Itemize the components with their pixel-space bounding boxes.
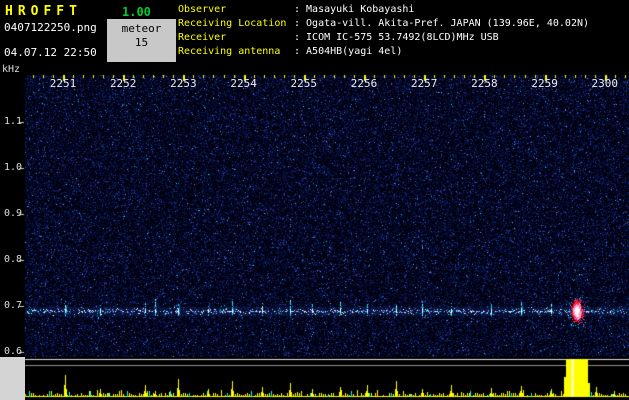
info-label: Receiver (178, 32, 227, 43)
time-label: 2300 (591, 77, 619, 90)
meteor-count-panel: meteor 15 (107, 19, 176, 62)
info-value: : Masayuki Kobayashi (294, 4, 415, 15)
meteor-count-value: 15 (134, 36, 149, 49)
info-value: : A504HB(yagi 4el) (294, 46, 403, 57)
freq-label: 0.7 (4, 300, 23, 311)
time-label: 2256 (350, 77, 378, 90)
app-title: HROFFT (5, 4, 82, 19)
time-label: 2255 (290, 77, 318, 90)
info-label: Receiving Location (178, 18, 287, 29)
time-label: 2251 (49, 77, 77, 90)
freq-axis-unit: kHz (2, 64, 21, 75)
info-value: : Ogata-vill. Akita-Pref. JAPAN (139.96E… (294, 18, 590, 29)
freq-label: 0.9 (4, 208, 23, 219)
hrofft-window: HROFFT 1.00 0407122250.png 04.07.12 22:5… (0, 0, 629, 400)
info-row: Receiving antenna : A504HB(yagi 4el) (178, 45, 629, 59)
time-label: 2257 (410, 77, 438, 90)
info-row: Receiver : ICOM IC-575 53.7492(8LCD)MHz U… (178, 31, 629, 45)
output-filename: 0407122250.png (4, 21, 97, 34)
spectrogram-canvas (0, 62, 629, 400)
header-info: Observer : Masayuki Kobayashi Receiving Lo… (178, 3, 629, 59)
info-row: Observer : Masayuki Kobayashi (178, 3, 629, 17)
info-label: Observer (178, 4, 227, 15)
time-label: 2252 (109, 77, 137, 90)
time-label: 2253 (170, 77, 197, 90)
observation-datetime: 04.07.12 22:50 (4, 46, 97, 59)
freq-label: 0.8 (4, 254, 23, 265)
time-label: 2259 (531, 77, 558, 90)
meteor-mode-label: meteor (121, 22, 162, 35)
freq-label: 1.1 (4, 116, 23, 127)
db-scale-panel (0, 357, 25, 400)
info-label: Receiving antenna (178, 46, 281, 57)
info-row: Receiving Location : Ogata-vill. Akita-Pr… (178, 17, 629, 31)
time-label: 2258 (471, 77, 498, 90)
time-label: 2254 (230, 77, 257, 90)
header-left: HROFFT 1.00 0407122250.png 04.07.12 22:5… (0, 0, 176, 62)
info-value: : ICOM IC-575 53.7492(8LCD)MHz USB (294, 32, 499, 43)
app-version: 1.00 (122, 5, 151, 19)
freq-label: 0.6 (4, 346, 23, 357)
freq-label: 1.0 (4, 162, 23, 173)
